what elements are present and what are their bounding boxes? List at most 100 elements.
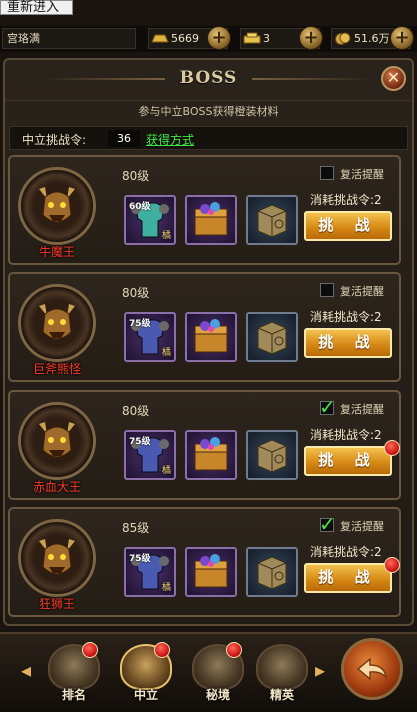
- treasure-chest-icon: [194, 319, 228, 353]
- revive-checkbox[interactable]: [320, 166, 334, 180]
- boss-name: 巨斧熊怪: [32, 362, 81, 376]
- nav-label: 中立: [133, 688, 158, 702]
- resource-value: 51.6万: [354, 32, 390, 45]
- mystery-box-icon: [257, 556, 287, 590]
- checkmark-icon: ✓: [319, 395, 336, 419]
- ticket-label: 中立挑战令:: [22, 133, 87, 147]
- boss-card: 赤血大王 80级 75级 橘 ✓ 复活提醒 消耗挑战令:2 挑 战: [8, 390, 401, 500]
- nav-label: 秘境: [205, 688, 230, 702]
- notification-badge: [384, 557, 400, 573]
- obtain-method-link[interactable]: 获得方式: [146, 131, 194, 148]
- nav-item[interactable]: 秘境: [188, 642, 248, 708]
- gold-bar-icon: [243, 32, 261, 44]
- revive-label: 复活提醒: [340, 168, 384, 181]
- item-tag: 橘: [161, 466, 171, 476]
- resource-value: 5669: [171, 32, 199, 45]
- return-arrow-icon: [356, 657, 388, 681]
- demon-face-icon: [39, 304, 75, 340]
- mystery-box-icon: [257, 204, 287, 238]
- item-level: 60级: [129, 202, 151, 212]
- challenge-cost: 消耗挑战令:2: [310, 428, 382, 442]
- ticket-row: 中立挑战令: 36 获得方式: [9, 126, 408, 150]
- top-resource-bar: 宫珞满 5669 + 3 + 51.6万 +: [0, 26, 417, 52]
- notification-badge: [82, 642, 98, 658]
- resource-gold-ingot: 5669 +: [148, 26, 231, 50]
- resource-gold-bar: 3 +: [240, 26, 323, 50]
- item-level: 75级: [129, 437, 151, 447]
- reward-chest[interactable]: [185, 195, 237, 245]
- nav-right-arrow-icon[interactable]: ▸: [312, 656, 328, 684]
- reward-armor[interactable]: 75级 橘: [124, 312, 176, 362]
- demon-face-icon: [39, 187, 75, 223]
- revive-label: 复活提醒: [340, 520, 384, 533]
- reward-box[interactable]: [246, 547, 298, 597]
- nav-item[interactable]: 排名: [44, 642, 104, 708]
- boss-name: 狂狮王: [38, 597, 75, 611]
- revive-checkbox[interactable]: ✓: [319, 512, 336, 536]
- player-name: 宫珞满: [2, 28, 136, 49]
- close-button[interactable]: ✕: [381, 66, 406, 91]
- notification-badge: [226, 642, 242, 658]
- challenge-button[interactable]: 挑 战: [304, 563, 392, 593]
- treasure-chest-icon: [194, 202, 228, 236]
- ticket-count: 36: [108, 130, 140, 147]
- boss-level: 85级: [122, 521, 150, 535]
- reward-box[interactable]: [246, 312, 298, 362]
- boss-name: 牛魔王: [38, 245, 75, 259]
- reward-armor[interactable]: 75级 橘: [124, 430, 176, 480]
- challenge-button[interactable]: 挑 战: [304, 211, 392, 241]
- reward-chest[interactable]: [185, 547, 237, 597]
- boss-portrait[interactable]: [18, 402, 96, 480]
- challenge-cost: 消耗挑战令:2: [310, 310, 382, 324]
- add-ingot-button[interactable]: +: [207, 26, 231, 50]
- item-level: 75级: [129, 319, 151, 329]
- close-icon: ✕: [386, 68, 401, 87]
- boss-card: 巨斧熊怪 80级 75级 橘 复活提醒 消耗挑战令:2 挑 战: [8, 272, 401, 382]
- coin-icon: [335, 32, 351, 45]
- reward-chest[interactable]: [185, 430, 237, 480]
- demon-face-icon: [39, 422, 75, 458]
- reward-chest[interactable]: [185, 312, 237, 362]
- reward-box[interactable]: [246, 430, 298, 480]
- nav-label: 精英: [269, 688, 294, 702]
- boss-level: 80级: [122, 286, 150, 300]
- panel-subtitle: 参与中立BOSS获得橙装材料: [5, 100, 412, 122]
- treasure-chest-icon: [194, 437, 228, 471]
- revive-label: 复活提醒: [340, 285, 384, 298]
- resource-value: 3: [263, 32, 270, 45]
- boss-portrait[interactable]: [18, 519, 96, 597]
- treasure-chest-icon: [194, 554, 228, 588]
- nav-left-arrow-icon[interactable]: ◂: [18, 656, 34, 684]
- item-tag: 橘: [161, 231, 171, 241]
- nav-emblem-icon: [256, 644, 308, 690]
- add-coin-button[interactable]: +: [390, 26, 414, 50]
- boss-level: 80级: [122, 404, 150, 418]
- back-button[interactable]: [341, 638, 403, 700]
- resource-coin: 51.6万 +: [331, 26, 414, 50]
- challenge-cost: 消耗挑战令:2: [310, 545, 382, 559]
- challenge-button[interactable]: 挑 战: [304, 446, 392, 476]
- mystery-box-icon: [257, 439, 287, 473]
- demon-face-icon: [39, 539, 75, 575]
- notification-badge: [154, 642, 170, 658]
- nav-label: 排名: [61, 688, 86, 702]
- mystery-box-icon: [257, 321, 287, 355]
- reward-armor[interactable]: 75级 橘: [124, 547, 176, 597]
- item-tag: 橘: [161, 348, 171, 358]
- challenge-button[interactable]: 挑 战: [304, 328, 392, 358]
- reload-button[interactable]: 重新进入: [0, 0, 73, 15]
- reward-box[interactable]: [246, 195, 298, 245]
- boss-portrait[interactable]: [18, 284, 96, 362]
- panel-title: BOSS: [179, 68, 238, 88]
- item-tag: 橘: [161, 583, 171, 593]
- revive-checkbox[interactable]: ✓: [319, 395, 336, 419]
- add-gold-button[interactable]: +: [299, 26, 323, 50]
- nav-item[interactable]: 中立: [116, 642, 176, 708]
- nav-item[interactable]: 精英: [252, 642, 312, 708]
- revive-label: 复活提醒: [340, 403, 384, 416]
- notification-badge: [384, 440, 400, 456]
- revive-checkbox[interactable]: [320, 283, 334, 297]
- boss-level: 80级: [122, 169, 150, 183]
- boss-portrait[interactable]: [18, 167, 96, 245]
- reward-armor[interactable]: 60级 橘: [124, 195, 176, 245]
